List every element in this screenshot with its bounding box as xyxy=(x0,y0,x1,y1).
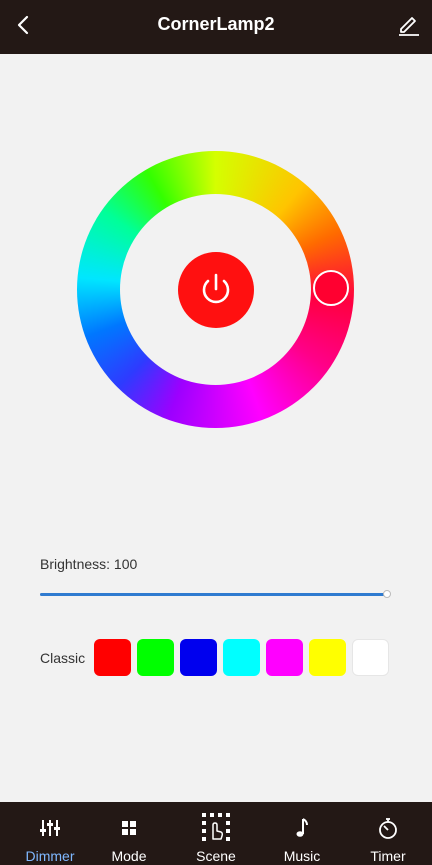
nav-scene[interactable]: Scene xyxy=(173,802,259,865)
bottom-nav: Dimmer Mode Scene Music Timer xyxy=(0,802,432,865)
color-swatch[interactable] xyxy=(352,639,389,676)
nav-label: Dimmer xyxy=(25,848,75,864)
edit-button[interactable] xyxy=(396,11,422,37)
nav-label: Mode xyxy=(111,848,147,864)
color-wheel[interactable] xyxy=(77,151,354,428)
brightness-label: Brightness: 100 xyxy=(40,556,138,572)
classic-label: Classic xyxy=(40,650,86,666)
pencil-icon xyxy=(399,17,419,36)
color-swatch[interactable] xyxy=(137,639,174,676)
page-title: CornerLamp2 xyxy=(157,14,275,34)
scene-icon xyxy=(202,813,230,841)
stopwatch-icon xyxy=(379,818,397,839)
grid-icon xyxy=(122,821,136,835)
color-swatch[interactable] xyxy=(223,639,260,676)
slider-thumb[interactable] xyxy=(383,590,391,598)
color-swatch[interactable] xyxy=(266,639,303,676)
sliders-icon xyxy=(40,820,60,836)
top-bar: CornerLamp2 xyxy=(0,0,432,54)
music-note-icon xyxy=(296,818,308,837)
color-swatch[interactable] xyxy=(309,639,346,676)
color-swatch[interactable] xyxy=(180,639,217,676)
color-wheel-handle[interactable] xyxy=(313,270,349,306)
nav-label: Scene xyxy=(196,848,236,864)
nav-music[interactable]: Music xyxy=(259,802,345,865)
nav-label: Timer xyxy=(370,848,406,864)
slider-fill xyxy=(40,593,387,596)
power-icon xyxy=(202,273,230,304)
brightness-slider[interactable] xyxy=(40,586,391,604)
nav-mode[interactable]: Mode xyxy=(86,802,172,865)
classic-swatches xyxy=(94,639,389,676)
nav-dimmer[interactable]: Dimmer xyxy=(7,802,93,865)
power-button[interactable] xyxy=(178,252,254,328)
color-swatch[interactable] xyxy=(94,639,131,676)
nav-label: Music xyxy=(283,848,321,864)
nav-timer[interactable]: Timer xyxy=(345,802,431,865)
